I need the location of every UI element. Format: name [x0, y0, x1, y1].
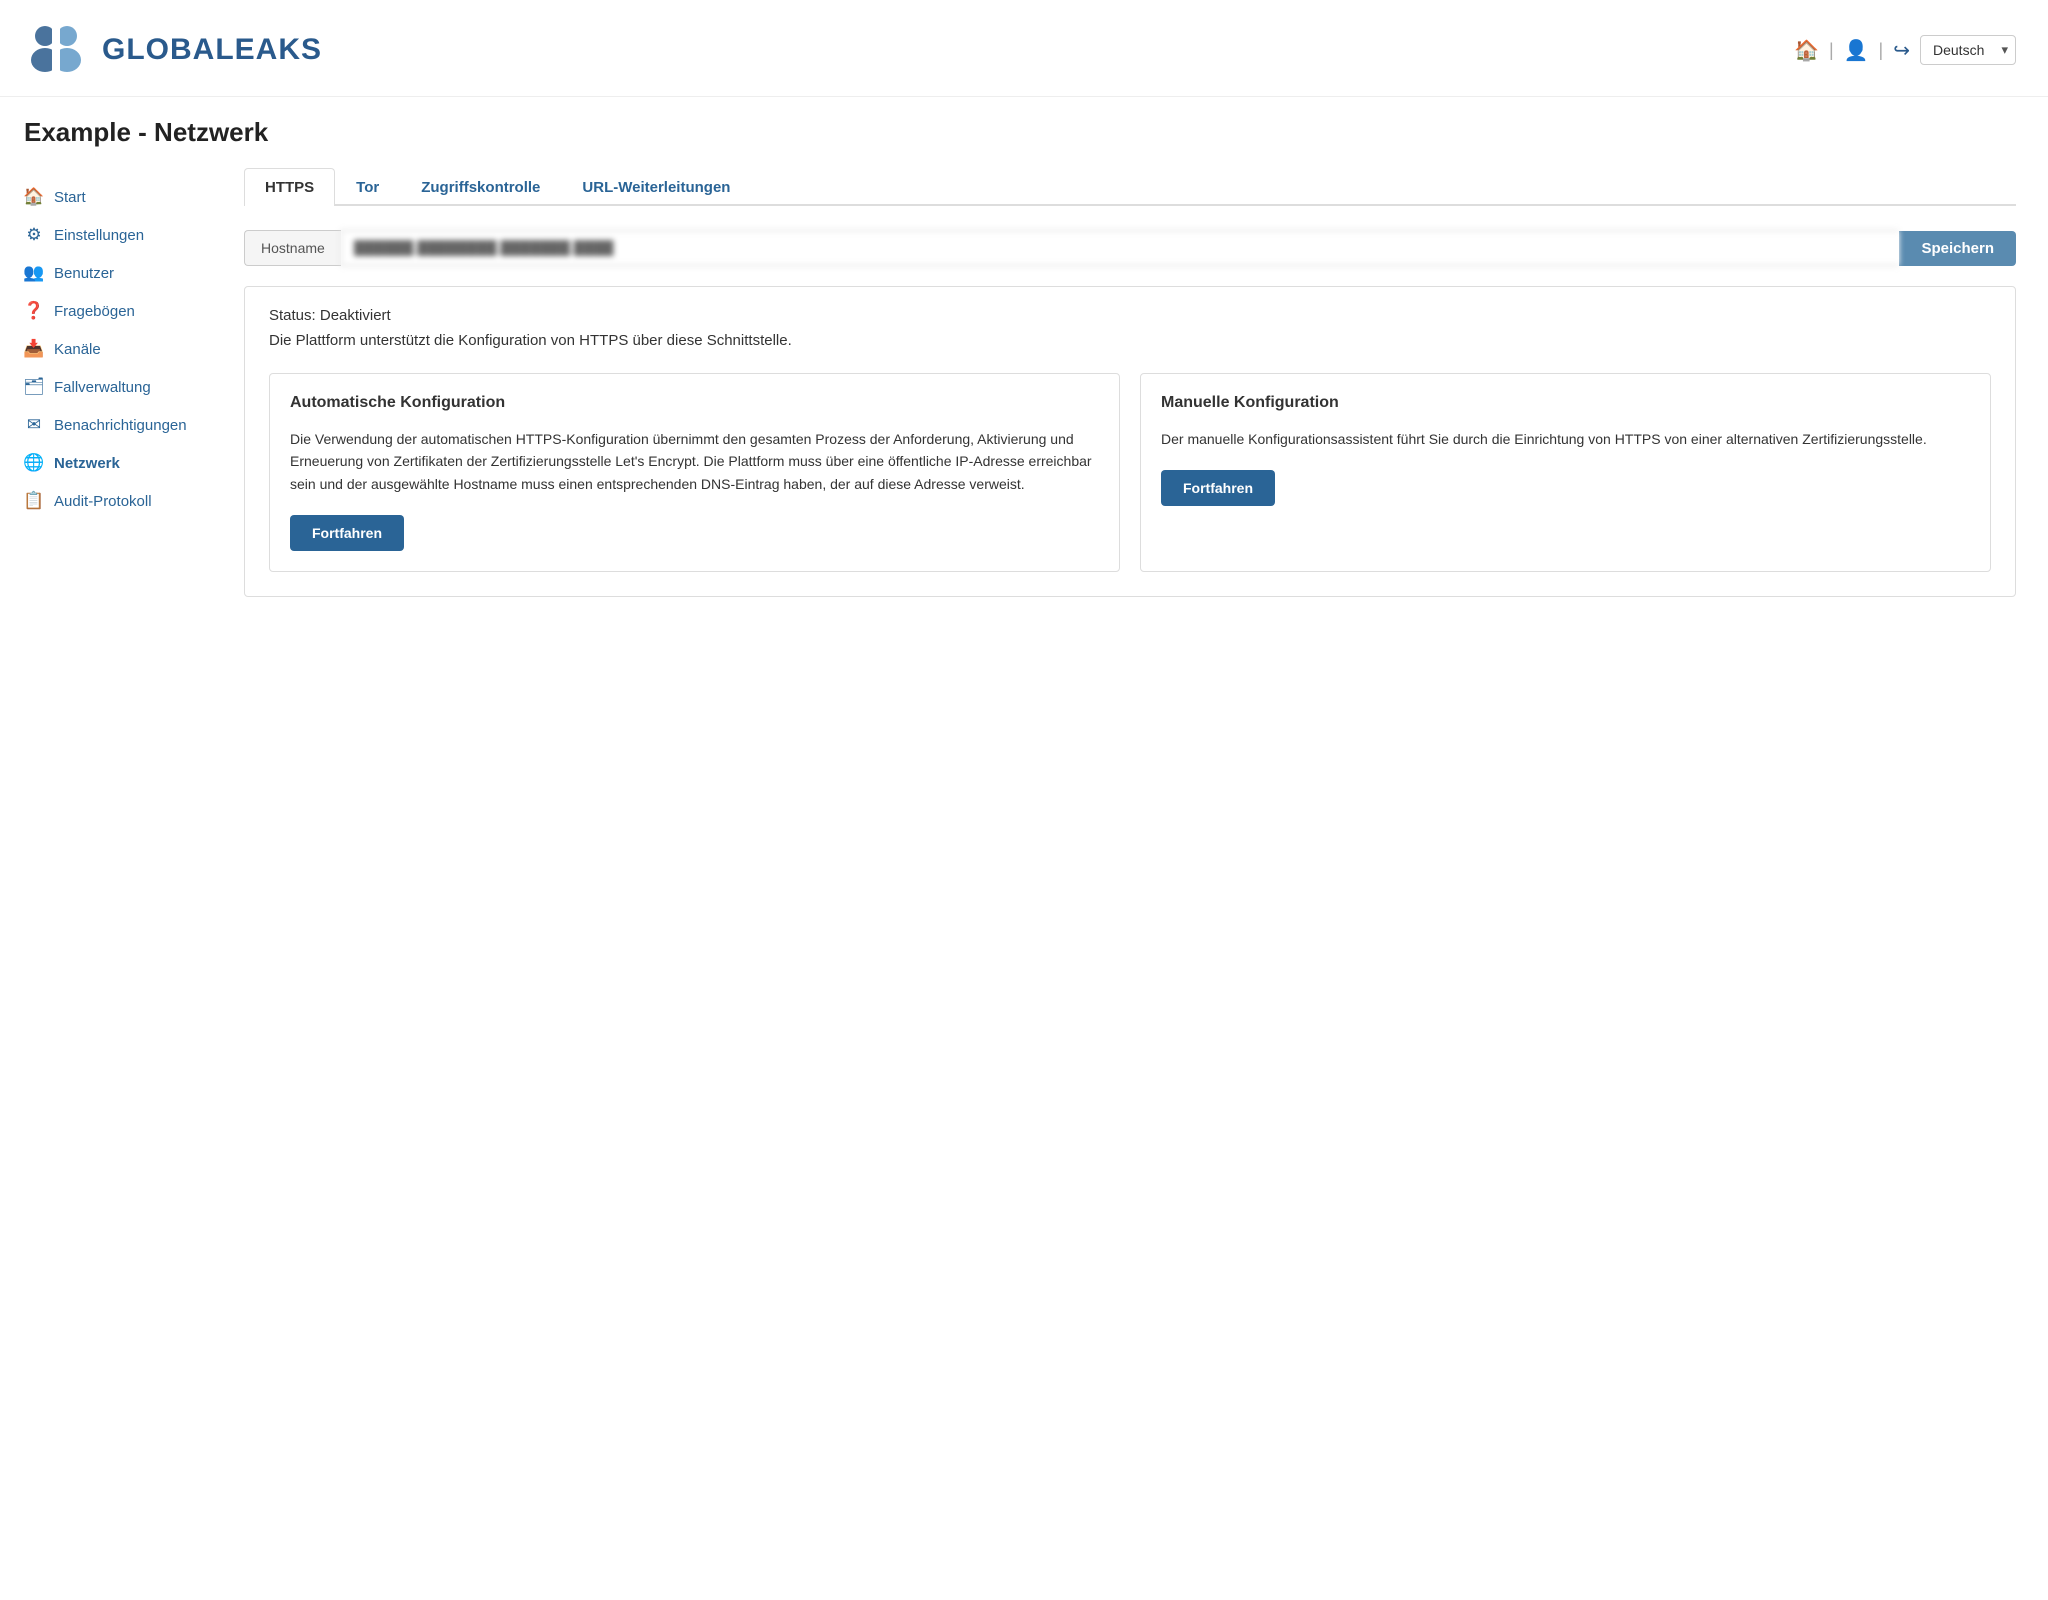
- tab-tor[interactable]: Tor: [335, 168, 400, 206]
- language-select[interactable]: Deutsch English Français Italiano Españo…: [1920, 35, 2016, 65]
- logo-area: GLOBALEAKS: [24, 18, 322, 82]
- logo-text: GLOBALEAKS: [102, 33, 322, 67]
- channels-icon: 📥: [24, 339, 44, 359]
- globaleaks-logo-icon: [24, 18, 88, 82]
- language-selector-wrapper: Deutsch English Français Italiano Españo…: [1920, 35, 2016, 65]
- tabs: HTTPS Tor Zugriffskontrolle URL-Weiterle…: [244, 168, 2016, 206]
- home-sidebar-icon: 🏠: [24, 187, 44, 207]
- main-content: HTTPS Tor Zugriffskontrolle URL-Weiterle…: [220, 168, 2048, 629]
- sidebar-item-start[interactable]: 🏠 Start: [24, 178, 220, 216]
- sidebar-label-kanäle: Kanäle: [54, 341, 101, 358]
- questionnaire-icon: ❓: [24, 301, 44, 321]
- case-mgmt-icon: 🗂: [24, 377, 44, 397]
- tab-url-weiterleitungen[interactable]: URL-Weiterleitungen: [561, 168, 751, 206]
- card-auto-title: Automatische Konfiguration: [290, 394, 1099, 412]
- tab-https[interactable]: HTTPS: [244, 168, 335, 206]
- save-button[interactable]: Speichern: [1899, 231, 2016, 266]
- sidebar-label-fragebögen: Fragebögen: [54, 303, 135, 320]
- logout-icon[interactable]: ↪: [1893, 38, 1910, 63]
- sidebar-item-audit-protokoll[interactable]: 📋 Audit-Protokoll: [24, 482, 220, 520]
- header: GLOBALEAKS 🏠 | 👤 | ↪ Deutsch English Fra…: [0, 0, 2048, 97]
- sidebar-label-fallverwaltung: Fallverwaltung: [54, 379, 151, 396]
- network-icon: 🌐: [24, 453, 44, 473]
- sidebar-item-fragebögen[interactable]: ❓ Fragebögen: [24, 292, 220, 330]
- card-automatisch: Automatische Konfiguration Die Verwendun…: [269, 373, 1120, 572]
- users-icon: 👥: [24, 263, 44, 283]
- sidebar-item-benachrichtigungen[interactable]: ✉ Benachrichtigungen: [24, 406, 220, 444]
- sidebar-label-netzwerk: Netzwerk: [54, 455, 120, 472]
- settings-icon: ⚙: [24, 225, 44, 245]
- status-description: Die Plattform unterstützt die Konfigurat…: [269, 332, 1991, 349]
- status-section: Status: Deaktiviert Die Plattform unters…: [244, 286, 2016, 597]
- card-auto-body: Die Verwendung der automatischen HTTPS-K…: [290, 428, 1099, 495]
- sidebar-item-kanäle[interactable]: 📥 Kanäle: [24, 330, 220, 368]
- sidebar-label-benachrichtigungen: Benachrichtigungen: [54, 417, 187, 434]
- page-title-area: Example - Netzwerk: [0, 97, 2048, 158]
- sidebar-item-fallverwaltung[interactable]: 🗂 Fallverwaltung: [24, 368, 220, 406]
- hostname-row: Hostname Speichern: [244, 230, 2016, 266]
- card-manual-body: Der manuelle Konfigurationsassistent füh…: [1161, 428, 1970, 450]
- hostname-input[interactable]: [341, 230, 1900, 266]
- tab-zugriffskontrolle[interactable]: Zugriffskontrolle: [400, 168, 561, 206]
- sidebar-label-benutzer: Benutzer: [54, 265, 114, 282]
- header-right: 🏠 | 👤 | ↪ Deutsch English Français Itali…: [1794, 35, 2016, 65]
- card-manuell: Manuelle Konfiguration Der manuelle Konf…: [1140, 373, 1991, 572]
- card-auto-button[interactable]: Fortfahren: [290, 515, 404, 551]
- notifications-icon: ✉: [24, 415, 44, 435]
- sidebar-label-start: Start: [54, 189, 86, 206]
- page-title: Example - Netzwerk: [24, 117, 2016, 148]
- sidebar: 🏠 Start ⚙ Einstellungen 👥 Benutzer ❓ Fra…: [0, 168, 220, 629]
- sidebar-item-benutzer[interactable]: 👥 Benutzer: [24, 254, 220, 292]
- card-manual-title: Manuelle Konfiguration: [1161, 394, 1970, 412]
- cards-row: Automatische Konfiguration Die Verwendun…: [269, 373, 1991, 572]
- account-icon[interactable]: 👤: [1844, 38, 1869, 63]
- sidebar-item-einstellungen[interactable]: ⚙ Einstellungen: [24, 216, 220, 254]
- sidebar-label-audit: Audit-Protokoll: [54, 493, 152, 510]
- sidebar-label-einstellungen: Einstellungen: [54, 227, 144, 244]
- card-manual-button[interactable]: Fortfahren: [1161, 470, 1275, 506]
- audit-icon: 📋: [24, 491, 44, 511]
- hostname-label: Hostname: [244, 230, 341, 266]
- status-label: Status: Deaktiviert: [269, 307, 1991, 324]
- sidebar-item-netzwerk[interactable]: 🌐 Netzwerk: [24, 444, 220, 482]
- home-icon[interactable]: 🏠: [1794, 38, 1819, 63]
- main-layout: 🏠 Start ⚙ Einstellungen 👥 Benutzer ❓ Fra…: [0, 158, 2048, 629]
